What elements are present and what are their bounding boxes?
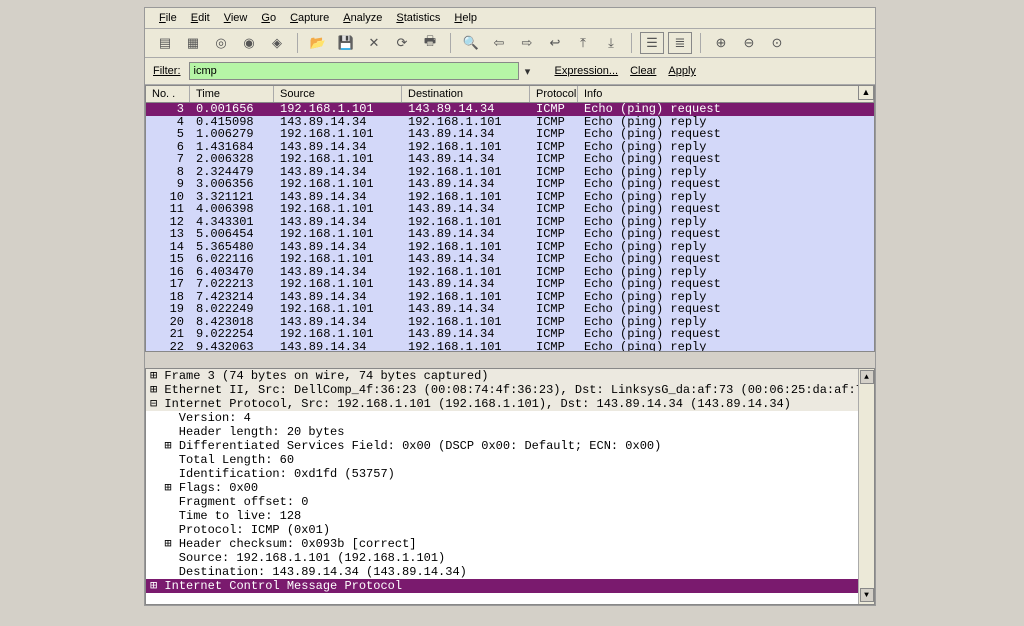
- toolbar-reload-icon[interactable]: ⟳: [390, 32, 414, 54]
- table-row[interactable]: 135.006454192.168.1.101143.89.14.34ICMPE…: [146, 228, 874, 241]
- col-info[interactable]: Info: [578, 86, 874, 102]
- tree-ip[interactable]: ⊟ Internet Protocol, Src: 192.168.1.101 …: [146, 397, 874, 411]
- table-row[interactable]: 198.022249192.168.1.101143.89.14.34ICMPE…: [146, 303, 874, 316]
- toolbar-interfaces-icon[interactable]: ▦: [181, 32, 205, 54]
- tree-ethernet[interactable]: ⊞ Ethernet II, Src: DellComp_4f:36:23 (0…: [146, 383, 874, 397]
- table-row[interactable]: 219.022254192.168.1.101143.89.14.34ICMPE…: [146, 328, 874, 341]
- tree-ip-totlen[interactable]: Total Length: 60: [146, 453, 874, 467]
- table-row[interactable]: 30.001656192.168.1.101143.89.14.34ICMPEc…: [146, 103, 874, 116]
- filter-expression-link[interactable]: Expression...: [555, 65, 619, 77]
- menu-help[interactable]: Help: [448, 10, 483, 26]
- tree-ip-flags[interactable]: ⊞ Flags: 0x00: [146, 481, 874, 495]
- menu-file[interactable]: File: [153, 10, 183, 26]
- filter-apply-link[interactable]: Apply: [668, 65, 696, 77]
- menu-view[interactable]: View: [218, 10, 254, 26]
- toolbar-top-icon[interactable]: ⤒: [571, 32, 595, 54]
- tree-ip-fragoff[interactable]: Fragment offset: 0: [146, 495, 874, 509]
- tree-ip-src[interactable]: Source: 192.168.1.101 (192.168.1.101): [146, 551, 874, 565]
- tree-ip-id[interactable]: Identification: 0xd1fd (53757): [146, 467, 874, 481]
- table-row[interactable]: 177.022213192.168.1.101143.89.14.34ICMPE…: [146, 278, 874, 291]
- toolbar-zoomout-icon[interactable]: ⊖: [737, 32, 761, 54]
- toolbar: ▤ ▦ ◎ ◉ ◈ 📂 💾 ✕ ⟳ 🖶 🔍 ⇦ ⇨ ↩ ⤒ ⤓ ☰ ≣ ⊕ ⊖ …: [145, 29, 875, 58]
- table-row[interactable]: 208.423018143.89.14.34192.168.1.101ICMPE…: [146, 316, 874, 329]
- table-row[interactable]: 82.324479143.89.14.34192.168.1.101ICMPEc…: [146, 166, 874, 179]
- table-row[interactable]: 187.423214143.89.14.34192.168.1.101ICMPE…: [146, 291, 874, 304]
- menu-statistics[interactable]: Statistics: [390, 10, 446, 26]
- col-src[interactable]: Source: [274, 86, 402, 102]
- toolbar-print-icon[interactable]: 🖶: [418, 32, 442, 54]
- tree-ip-proto[interactable]: Protocol: ICMP (0x01): [146, 523, 874, 537]
- table-row[interactable]: 103.321121143.89.14.34192.168.1.101ICMPE…: [146, 191, 874, 204]
- table-row[interactable]: 72.006328192.168.1.101143.89.14.34ICMPEc…: [146, 153, 874, 166]
- scroll-up-icon[interactable]: ▲: [858, 85, 874, 100]
- toolbar-start-icon[interactable]: ◉: [237, 32, 261, 54]
- filter-label: Filter:: [153, 65, 181, 77]
- packet-details-pane: ⊞ Frame 3 (74 bytes on wire, 74 bytes ca…: [145, 368, 875, 605]
- toolbar-back-icon[interactable]: ⇦: [487, 32, 511, 54]
- table-row[interactable]: 51.006279192.168.1.101143.89.14.34ICMPEc…: [146, 128, 874, 141]
- filter-input[interactable]: [189, 62, 519, 80]
- toolbar-save-icon[interactable]: 💾: [334, 32, 358, 54]
- toolbar-find-icon[interactable]: 🔍: [459, 32, 483, 54]
- toolbar-goto-icon[interactable]: ↩: [543, 32, 567, 54]
- toolbar-colorize-icon[interactable]: ☰: [640, 32, 664, 54]
- tree-frame[interactable]: ⊞ Frame 3 (74 bytes on wire, 74 bytes ca…: [146, 369, 874, 383]
- scroll-down-icon[interactable]: ▼: [860, 588, 874, 602]
- table-row[interactable]: 229.432063143.89.14.34192.168.1.101ICMPE…: [146, 341, 874, 353]
- details-scrollbar[interactable]: ▲ ▼: [858, 369, 874, 604]
- toolbar-stop-icon[interactable]: ◈: [265, 32, 289, 54]
- toolbar-zoomin-icon[interactable]: ⊕: [709, 32, 733, 54]
- toolbar-forward-icon[interactable]: ⇨: [515, 32, 539, 54]
- table-row[interactable]: 145.365480143.89.14.34192.168.1.101ICMPE…: [146, 241, 874, 254]
- filter-clear-link[interactable]: Clear: [630, 65, 656, 77]
- table-row[interactable]: 124.343301143.89.14.34192.168.1.101ICMPE…: [146, 216, 874, 229]
- menu-edit[interactable]: Edit: [185, 10, 216, 26]
- toolbar-autoscroll-icon[interactable]: ≣: [668, 32, 692, 54]
- menu-analyze[interactable]: Analyze: [337, 10, 388, 26]
- tree-ip-dst[interactable]: Destination: 143.89.14.34 (143.89.14.34): [146, 565, 874, 579]
- table-row[interactable]: 93.006356192.168.1.101143.89.14.34ICMPEc…: [146, 178, 874, 191]
- toolbar-close-icon[interactable]: ✕: [362, 32, 386, 54]
- toolbar-open-icon[interactable]: 📂: [306, 32, 330, 54]
- col-no[interactable]: No. .: [146, 86, 190, 102]
- packet-list-pane: ▲ No. . Time Source Destination Protocol…: [145, 85, 875, 352]
- menu-capture[interactable]: Capture: [284, 10, 335, 26]
- tree-ip-hdrlen[interactable]: Header length: 20 bytes: [146, 425, 874, 439]
- col-time[interactable]: Time: [190, 86, 274, 102]
- packet-list-header: No. . Time Source Destination Protocol I…: [146, 86, 874, 103]
- table-row[interactable]: 40.415098143.89.14.34192.168.1.101ICMPEc…: [146, 116, 874, 129]
- menu-bar: File Edit View Go Capture Analyze Statis…: [145, 8, 875, 29]
- scroll-up-icon[interactable]: ▲: [860, 370, 874, 384]
- table-row[interactable]: 156.022116192.168.1.101143.89.14.34ICMPE…: [146, 253, 874, 266]
- table-row[interactable]: 114.006398192.168.1.101143.89.14.34ICMPE…: [146, 203, 874, 216]
- menu-go[interactable]: Go: [255, 10, 282, 26]
- toolbar-zoomreset-icon[interactable]: ⊙: [765, 32, 789, 54]
- tree-ip-version[interactable]: Version: 4: [146, 411, 874, 425]
- col-proto[interactable]: Protocol: [530, 86, 578, 102]
- toolbar-options-icon[interactable]: ◎: [209, 32, 233, 54]
- table-row[interactable]: 61.431684143.89.14.34192.168.1.101ICMPEc…: [146, 141, 874, 154]
- table-row[interactable]: 166.403470143.89.14.34192.168.1.101ICMPE…: [146, 266, 874, 279]
- tree-ip-ttl[interactable]: Time to live: 128: [146, 509, 874, 523]
- filter-bar: Filter: ▾ Expression... Clear Apply: [145, 58, 875, 85]
- filter-dropdown-icon[interactable]: ▾: [521, 65, 535, 78]
- col-dst[interactable]: Destination: [402, 86, 530, 102]
- toolbar-list-icon[interactable]: ▤: [153, 32, 177, 54]
- toolbar-bottom-icon[interactable]: ⤓: [599, 32, 623, 54]
- tree-ip-checksum[interactable]: ⊞ Header checksum: 0x093b [correct]: [146, 537, 874, 551]
- tree-icmp[interactable]: ⊞ Internet Control Message Protocol: [146, 579, 874, 593]
- tree-ip-dsf[interactable]: ⊞ Differentiated Services Field: 0x00 (D…: [146, 439, 874, 453]
